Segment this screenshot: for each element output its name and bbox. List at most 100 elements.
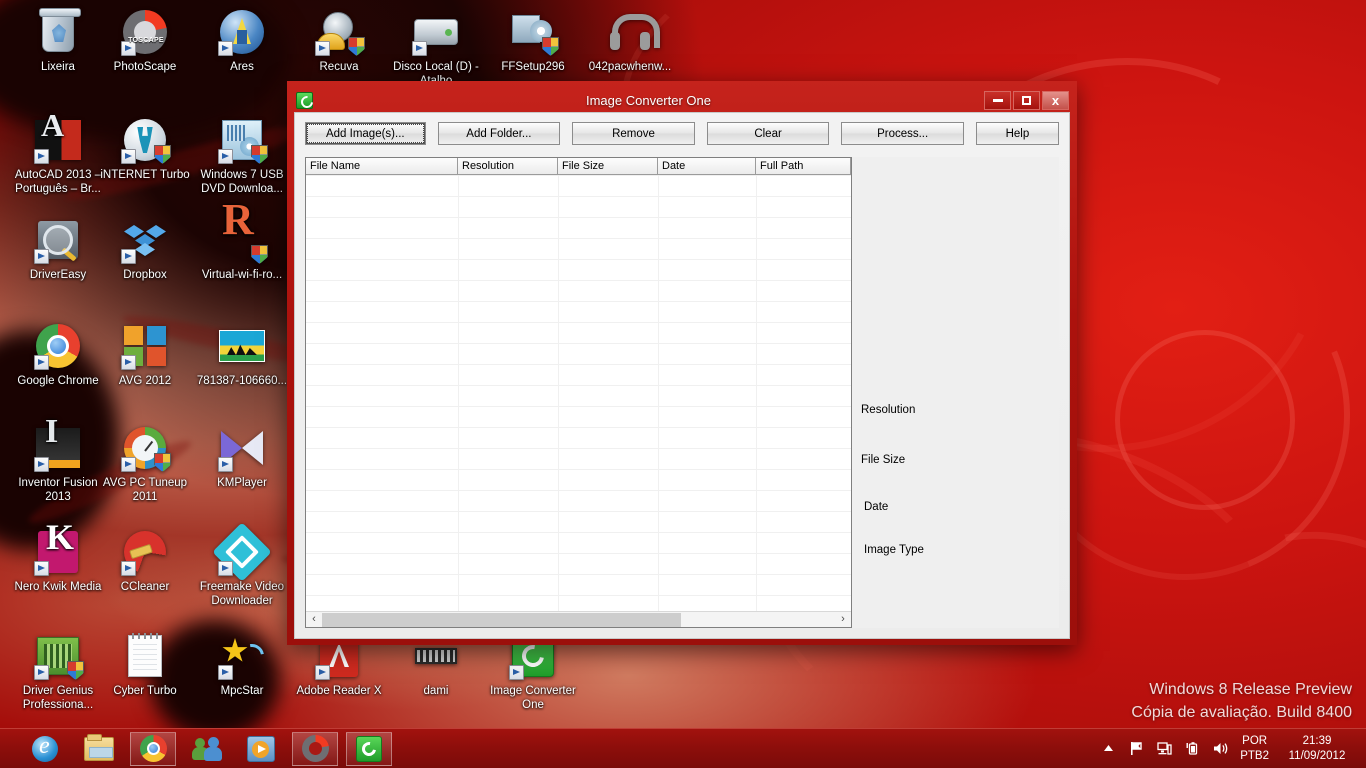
taskbar-button-file-explorer[interactable] [76, 732, 122, 766]
column-header[interactable]: Date [658, 158, 756, 175]
desktop-icon[interactable]: Google Chrome [10, 322, 106, 388]
scroll-left-arrow[interactable]: ‹ [306, 614, 322, 625]
desktop-icon[interactable]: Cyber Turbo [97, 632, 193, 698]
scroll-right-arrow[interactable]: › [835, 614, 851, 625]
column-header[interactable]: Resolution [458, 158, 558, 175]
battery-icon[interactable] [1184, 740, 1201, 757]
image-converter-one-window: Image Converter One x Add Image(s)... Ad… [287, 81, 1077, 645]
recuva-icon [315, 8, 365, 56]
add-folder-button[interactable]: Add Folder... [437, 122, 561, 145]
minimize-button[interactable] [984, 90, 1011, 110]
dropbox-icon [121, 216, 169, 264]
desktop-icon[interactable]: FFSetup296 [485, 8, 581, 74]
window-controls: x [984, 90, 1070, 110]
close-button[interactable]: x [1042, 90, 1069, 110]
taskbar-button-internet-explorer[interactable] [22, 732, 68, 766]
desktop-icon[interactable]: Freemake Video Downloader [194, 522, 290, 608]
desktop-icon[interactable]: TOSCAPE PhotoScape [97, 8, 193, 74]
volume-icon[interactable] [1212, 740, 1229, 757]
desktop-icon[interactable]: MpcStar [194, 632, 290, 698]
column-header[interactable]: Full Path [756, 158, 851, 175]
desktop-icon[interactable]: Lixeira [10, 8, 106, 74]
list-rows-area[interactable] [306, 175, 851, 611]
clock[interactable]: 21:39 11/09/2012 [1280, 734, 1354, 764]
desktop-icon[interactable]: Nero Kwik Media [10, 528, 106, 594]
show-hidden-icons-button[interactable] [1100, 740, 1117, 757]
maximize-icon [1022, 95, 1031, 105]
desktop-icon[interactable]: DriverEasy [10, 216, 106, 282]
autocad-icon [34, 116, 82, 164]
desktop-icon[interactable]: Driver Genius Professiona... [10, 632, 106, 712]
desktop-icon-label: Adobe Reader X [296, 685, 382, 697]
uac-shield-icon [251, 145, 268, 164]
horizontal-scrollbar[interactable]: ‹ › [306, 611, 851, 627]
language-indicator[interactable]: POR PTB2 [1240, 734, 1269, 764]
shortcut-arrow-icon [34, 457, 49, 472]
date-label: Date [864, 501, 889, 513]
taskbar-button-media-player[interactable] [238, 732, 284, 766]
maximize-button[interactable] [1013, 90, 1040, 110]
desktop-icon[interactable]: 781387-106660... [194, 322, 290, 388]
desktop-icon[interactable]: Dropbox [97, 216, 193, 282]
window-titlebar[interactable]: Image Converter One x [294, 88, 1070, 112]
shortcut-arrow-icon [218, 561, 233, 576]
column-header[interactable]: File Size [558, 158, 658, 175]
desktop-icon[interactable]: Virtual-wi-fi-ro... [194, 213, 290, 282]
remove-button[interactable]: Remove [572, 122, 695, 145]
uac-shield-icon [154, 453, 171, 472]
language-line-2: PTB2 [1240, 749, 1269, 762]
desktop-icon[interactable]: AutoCAD 2013 – Português – Br... [10, 116, 106, 196]
taskbar-button-photoscape[interactable] [292, 731, 338, 766]
desktop-icon-label: KMPlayer [217, 477, 267, 489]
desktop-icon[interactable]: KMPlayer [194, 424, 290, 490]
messenger-part [204, 746, 222, 761]
desktop-icon[interactable]: Windows 7 USB DVD Downloa... [194, 116, 290, 196]
image-list-view[interactable]: File Name Resolution File Size Date Full Pat… [305, 157, 852, 628]
play-triangle [258, 744, 266, 753]
desktop-icon-label: Image Converter One [490, 685, 576, 711]
desktop-icon-label: dami [423, 685, 449, 697]
close-icon: x [1051, 92, 1060, 108]
desktop-icon-label: Lixeira [41, 61, 75, 73]
desktop-icon[interactable]: Recuva [291, 8, 387, 74]
process-button[interactable]: Process... [841, 122, 964, 145]
shortcut-arrow-icon [315, 665, 330, 680]
add-images-button[interactable]: Add Image(s)... [305, 122, 426, 145]
help-button[interactable]: Help [975, 122, 1059, 145]
list-grid-lines [306, 175, 851, 611]
desktop-icon[interactable]: 042pacwhenw... [582, 8, 678, 74]
desktop-icon-label: Cyber Turbo [113, 685, 177, 697]
network-icon[interactable] [1156, 740, 1173, 757]
scrollbar-thumb[interactable] [322, 612, 682, 627]
headphone-icon [606, 8, 660, 56]
desktop-icon-label: AVG 2012 [118, 375, 172, 387]
volume-icon [1213, 743, 1227, 754]
mpcstar-icon [218, 632, 269, 680]
desktop-icon[interactable]: CCleaner [97, 528, 193, 594]
scrollbar-track[interactable] [322, 612, 835, 627]
desktop-icon[interactable]: Disco Local (D) - Atalho [388, 8, 484, 88]
dropbox-facet [146, 225, 166, 238]
battery-icon [1186, 742, 1198, 755]
desktop-icon[interactable]: Ares [194, 8, 290, 74]
column-header[interactable]: File Name [306, 158, 458, 175]
google-chrome-icon [139, 735, 167, 762]
uac-shield-icon [348, 37, 365, 56]
avg-quadrant [147, 347, 166, 366]
shortcut-arrow-icon [121, 561, 136, 576]
shortcut-arrow-icon [315, 41, 330, 56]
action-center-icon[interactable] [1128, 740, 1145, 757]
clear-button[interactable]: Clear [706, 122, 830, 145]
shortcut-arrow-icon [218, 41, 233, 56]
taskbar-button-google-chrome[interactable] [130, 731, 176, 766]
details-side-panel: Resolution File Size Date Image Type [852, 157, 1059, 628]
desktop-icon[interactable]: AVG PC Tuneup 2011 [97, 424, 193, 504]
desktop-icon[interactable]: iNTERNET Turbo [97, 116, 193, 182]
desktop-icon[interactable]: AVG 2012 [97, 322, 193, 388]
desktop-icon[interactable]: Inventor Fusion 2013 [10, 424, 106, 504]
file-size-label: File Size [861, 454, 906, 466]
desktop-icon-label: Ares [230, 61, 254, 73]
taskbar-button-image-converter-one[interactable] [346, 731, 392, 766]
column-divider [658, 175, 659, 611]
taskbar-button-messenger[interactable] [184, 732, 230, 766]
